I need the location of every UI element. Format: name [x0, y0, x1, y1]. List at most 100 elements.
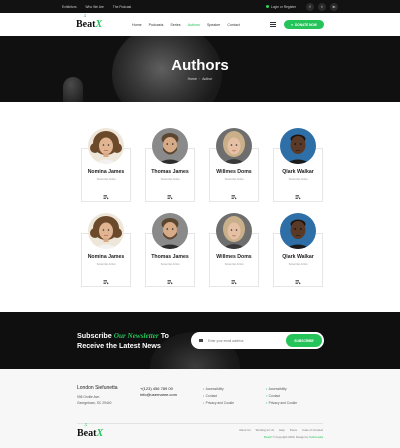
playlist-icon[interactable]	[103, 187, 109, 200]
logo-text: Beat	[76, 19, 96, 30]
author-card[interactable]: Thomas James Scientist Artist	[142, 128, 198, 202]
top-link-who-we-are[interactable]: Who We Are	[85, 5, 103, 9]
footer-link-privacy[interactable]: Privacy and Cookie	[203, 400, 234, 407]
playlist-icon[interactable]	[295, 272, 301, 285]
author-name[interactable]: Nomina James	[78, 169, 134, 175]
site-logo[interactable]: ♫ BeatX	[76, 14, 102, 30]
author-card[interactable]: Qlark Walkar Scientist Artist	[270, 128, 326, 202]
footer-link-accessibility[interactable]: Accessibility	[203, 386, 234, 393]
site-footer: London Siefunetta 906 Orville Ave. Georg…	[0, 369, 400, 448]
top-bar: Exhibitors Who We Are The Podcast Login …	[0, 0, 400, 13]
top-link-podcast[interactable]: The Podcast	[113, 5, 132, 9]
footer-link-about[interactable]: About Us	[239, 428, 251, 432]
facebook-icon[interactable]: f	[306, 2, 314, 11]
nav-authors[interactable]: Authors	[188, 23, 200, 27]
newsletter-title-pre: Subscribe	[77, 331, 112, 340]
copyright-text: © Copyright 2020. Design by	[272, 435, 309, 439]
footer-links-col2: Accessibility Contact Privacy and Cookie	[266, 386, 297, 407]
nav-contact[interactable]: Contact	[227, 23, 239, 27]
footer-email[interactable]: info@username.com	[140, 392, 177, 398]
author-card[interactable]: Willmes Doms Scientist Artist	[206, 213, 262, 287]
playlist-icon[interactable]	[167, 272, 173, 285]
footer-link-privacy[interactable]: Privacy and Cookie	[266, 400, 297, 407]
page-title: Authors	[171, 57, 229, 74]
author-name[interactable]: Thomas James	[142, 169, 198, 175]
playlist-icon[interactable]	[103, 272, 109, 285]
copyright: BeatX © Copyright 2020. Design by Softno…	[264, 435, 323, 439]
footer-address: London Siefunetta 906 Orville Ave. Georg…	[77, 385, 118, 406]
subscribe-button[interactable]: SUBSCRIBE	[286, 334, 322, 347]
email-input[interactable]	[208, 338, 286, 343]
author-avatar[interactable]	[216, 128, 252, 164]
author-role: Scientist Artist	[160, 176, 180, 181]
footer-address-line: Georgetown, SC 29440	[77, 400, 112, 405]
author-avatar[interactable]	[152, 128, 188, 164]
author-name[interactable]: Thomas James	[142, 254, 198, 260]
donate-button[interactable]: ♥ DONATE NOW	[284, 20, 324, 29]
footer-link-conduct[interactable]: Code of Conduct	[302, 428, 323, 432]
nav-speaker[interactable]: Speaker	[207, 23, 220, 27]
user-icon	[265, 5, 269, 8]
footer-link-help[interactable]: Help	[279, 428, 285, 432]
footer-city: London Siefunetta	[77, 385, 118, 391]
newsletter-title-line2: Receive the Latest News	[77, 341, 161, 350]
login-link[interactable]: Login or Register	[265, 5, 296, 9]
footer-bottom-links: About Us Working for Us Help Press Code …	[239, 428, 323, 432]
author-name[interactable]: Qlark Walkar	[270, 169, 326, 175]
playlist-icon[interactable]	[295, 187, 301, 200]
author-avatar[interactable]	[152, 213, 188, 249]
author-role: Scientist Artist	[96, 261, 116, 266]
page-hero: Authors Home › Author	[0, 36, 400, 102]
playlist-icon[interactable]	[231, 187, 237, 200]
author-avatar[interactable]	[216, 213, 252, 249]
twitter-icon[interactable]: t	[318, 2, 326, 11]
author-role: Scientist Artist	[288, 261, 308, 266]
author-avatar[interactable]	[280, 213, 316, 249]
author-card[interactable]: Nomina James Scientist Artist	[78, 128, 134, 202]
logo-accent: X	[96, 428, 104, 439]
playlist-icon[interactable]	[167, 187, 173, 200]
author-card[interactable]: Thomas James Scientist Artist	[142, 213, 198, 287]
author-role: Scientist Artist	[160, 261, 180, 266]
footer-divider	[77, 423, 323, 424]
footer-link-press[interactable]: Press	[290, 428, 297, 432]
donate-label: DONATE NOW	[295, 22, 317, 27]
newsletter-section: Subscribe Our Newsletter To Receive the …	[0, 312, 400, 369]
nav-podcasts[interactable]: Podcasts	[149, 23, 164, 27]
author-avatar[interactable]	[88, 128, 124, 164]
author-name[interactable]: Qlark Walkar	[270, 254, 326, 260]
playlist-icon[interactable]	[231, 272, 237, 285]
author-name[interactable]: Nomina James	[78, 254, 134, 260]
author-role: Scientist Artist	[96, 176, 116, 181]
nav-series[interactable]: Series	[170, 23, 180, 27]
heart-icon: ♥	[291, 22, 293, 27]
menu-icon[interactable]	[270, 22, 276, 27]
headphones-icon: ♫	[84, 423, 88, 428]
authors-grid: Nomina James Scientist Artist Thomas James…	[78, 128, 325, 287]
author-card[interactable]: Willmes Doms Scientist Artist	[206, 128, 262, 202]
author-name[interactable]: Willmes Doms	[206, 254, 262, 260]
footer-link-working[interactable]: Working for Us	[256, 428, 274, 432]
author-name[interactable]: Willmes Doms	[206, 169, 262, 175]
newsletter-title-post: To	[160, 331, 169, 340]
instagram-icon[interactable]: in	[330, 2, 338, 11]
footer-logo[interactable]: ♫ BeatX	[77, 423, 104, 439]
copyright-designer[interactable]: Softnovska	[309, 435, 323, 439]
footer-link-contact[interactable]: Contact	[203, 393, 234, 400]
author-card[interactable]: Qlark Walkar Scientist Artist	[270, 213, 326, 287]
nav-home[interactable]: Home	[132, 23, 142, 27]
main-nav: Home Podcasts Series Authors Speaker Con…	[132, 23, 240, 27]
headphones-icon: ♫	[83, 14, 87, 19]
author-avatar[interactable]	[280, 128, 316, 164]
breadcrumb-home[interactable]: Home	[188, 77, 197, 81]
footer-link-contact[interactable]: Contact	[266, 393, 297, 400]
top-link-exhibitors[interactable]: Exhibitors	[62, 5, 76, 9]
footer-link-accessibility[interactable]: Accessibility	[266, 386, 297, 393]
footer-links-col1: Accessibility Contact Privacy and Cookie	[203, 386, 234, 407]
newsletter-title-highlight: Our Newsletter	[113, 332, 159, 340]
footer-contact: +(123) 456 789 00 info@username.com	[140, 386, 177, 398]
top-links: Exhibitors Who We Are The Podcast	[62, 5, 139, 9]
author-avatar[interactable]	[88, 213, 124, 249]
breadcrumb-current: Author	[202, 77, 213, 81]
author-card[interactable]: Nomina James Scientist Artist	[78, 213, 134, 287]
